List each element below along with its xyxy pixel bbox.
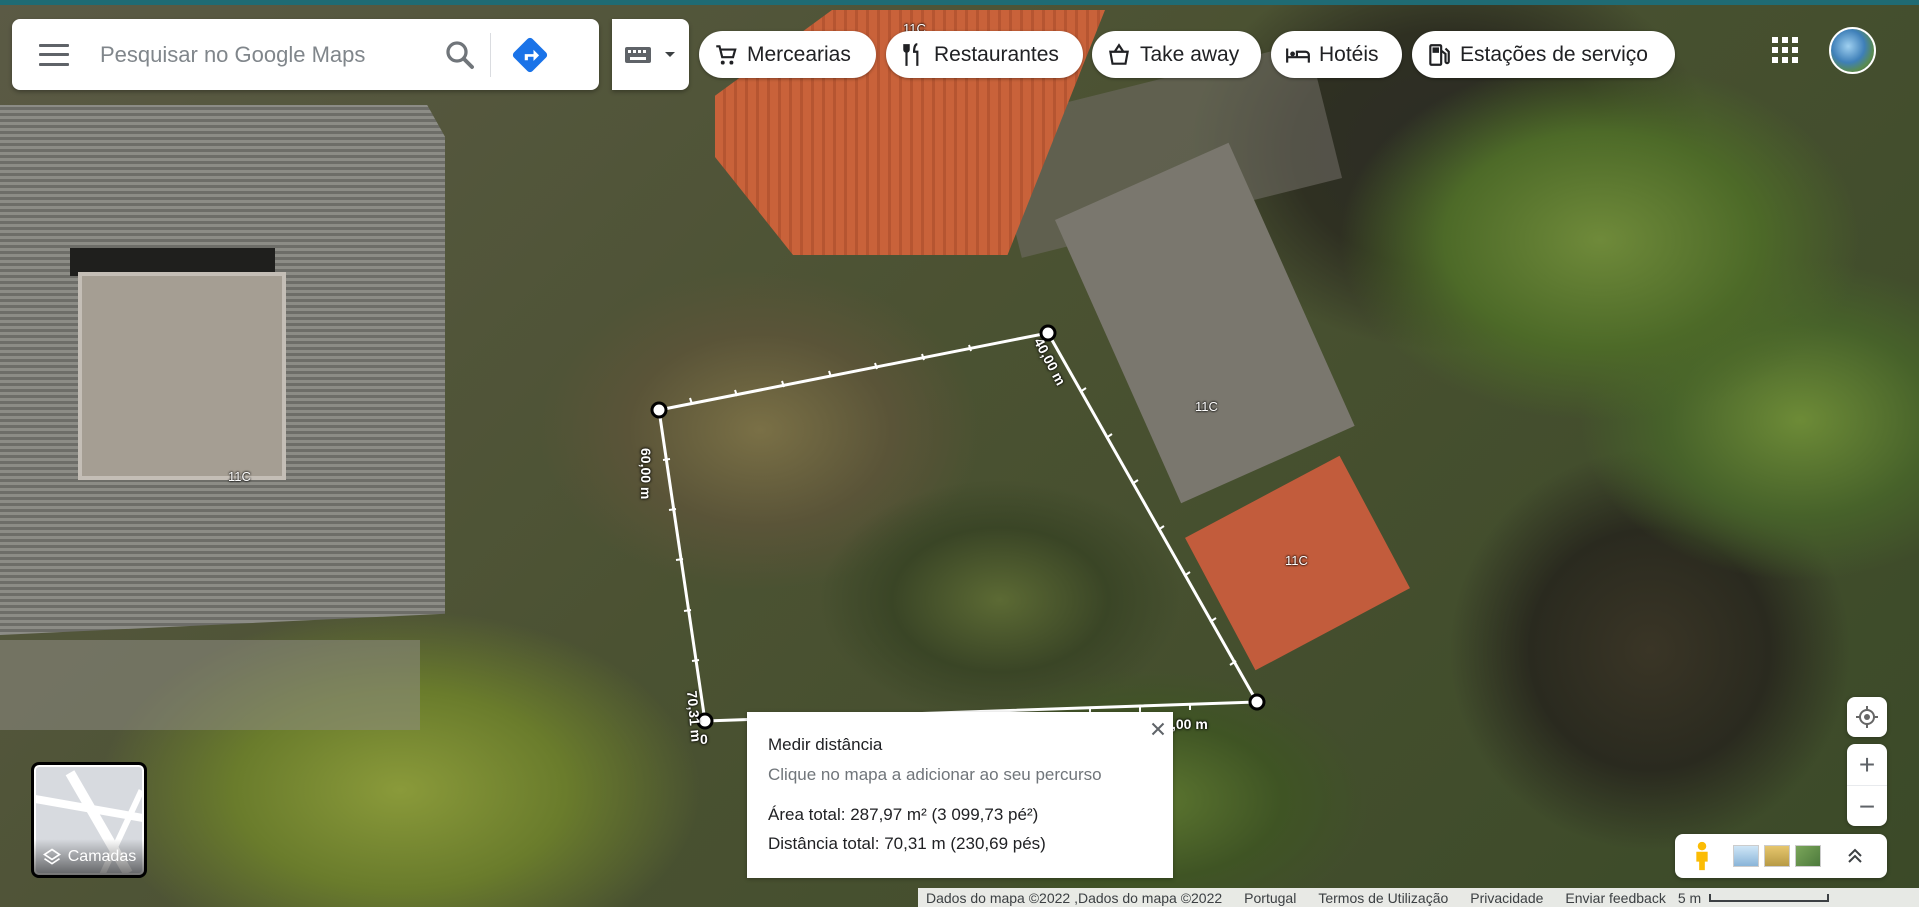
map-view-panel: [1675, 834, 1887, 878]
hotel-icon: [1286, 48, 1310, 63]
zoom-controls: + −: [1847, 744, 1887, 826]
search-divider: [490, 32, 491, 77]
menu-icon[interactable]: [39, 43, 69, 66]
measure-start-label: 0: [700, 731, 708, 747]
layers-icon: [42, 848, 61, 865]
scale-label: 5 m: [1677, 889, 1702, 906]
measure-ticks: [662, 344, 1237, 714]
chip-restaurantes[interactable]: Restaurantes: [886, 31, 1083, 78]
terms-link[interactable]: Termos de Utilização: [1318, 890, 1448, 906]
feedback-link[interactable]: Enviar feedback: [1565, 890, 1665, 906]
measure-points: [650, 324, 1266, 730]
measure-title: Medir distância: [768, 735, 883, 754]
keyboard-icon: [625, 46, 651, 63]
my-location-button[interactable]: [1847, 697, 1887, 737]
chip-label: Take away: [1140, 42, 1240, 66]
chip-label: Mercearias: [747, 42, 851, 66]
measure-segment-label: 60,00 m: [638, 448, 654, 500]
gas-station-icon: [1429, 43, 1450, 66]
takeaway-icon: [1109, 42, 1129, 65]
input-tools-button[interactable]: [612, 19, 689, 90]
layers-label: Camadas: [67, 848, 137, 865]
chip-label: Estações de serviço: [1460, 42, 1648, 66]
directions-icon[interactable]: [509, 34, 551, 76]
measure-total-distance: Distância total: 70,31 m (230,69 pés): [768, 834, 1046, 853]
chip-take-away[interactable]: Take away: [1092, 31, 1261, 78]
chip-estacoes-servico[interactable]: Estações de serviço: [1412, 31, 1675, 78]
imagery-thumb-icon[interactable]: [1733, 845, 1759, 867]
chip-label: Hotéis: [1319, 42, 1379, 66]
satellite-thumb-icon[interactable]: [1795, 845, 1821, 867]
scale-indicator[interactable]: 5 m: [1677, 889, 1830, 906]
chevron-up-icon[interactable]: [1843, 844, 1867, 868]
measure-hint: Clique no mapa a adicionar ao seu percur…: [768, 765, 1102, 784]
close-icon[interactable]: [1147, 718, 1169, 740]
chip-label: Restaurantes: [934, 42, 1059, 66]
chevron-down-icon: [665, 51, 675, 57]
layers-label-row: Camadas: [34, 839, 144, 875]
measure-polyline: [657, 331, 1260, 723]
measure-total-area: Área total: 287,97 m² (3 099,73 pé²): [768, 805, 1039, 824]
scale-bar: [1709, 893, 1830, 902]
privacy-link[interactable]: Privacidade: [1470, 890, 1543, 906]
chip-hoteis[interactable]: Hotéis: [1271, 31, 1402, 78]
zoom-in-button[interactable]: +: [1847, 744, 1887, 785]
crosshair-icon: [1856, 706, 1878, 728]
measure-distance-card: Medir distância Clique no mapa a adicion…: [747, 712, 1173, 878]
measure-segment-label: ,00 m: [1172, 716, 1208, 732]
search-bar: [12, 19, 599, 90]
layers-button[interactable]: Camadas: [31, 762, 147, 878]
search-icon[interactable]: [442, 37, 478, 73]
map-footer: Dados do mapa ©2022 ,Dados do mapa ©2022…: [918, 888, 1919, 907]
apps-grid-icon[interactable]: [1772, 37, 1798, 63]
chip-mercearias[interactable]: Mercearias: [699, 31, 876, 78]
search-input[interactable]: [98, 40, 432, 69]
zoom-out-button[interactable]: −: [1847, 786, 1887, 827]
country-link[interactable]: Portugal: [1244, 890, 1296, 906]
restaurant-icon: [903, 42, 919, 66]
avatar[interactable]: [1829, 27, 1876, 74]
pegman-icon[interactable]: [1685, 839, 1719, 873]
cart-icon: [716, 44, 737, 65]
map-data-attribution: Dados do mapa ©2022 ,Dados do mapa ©2022: [926, 889, 1223, 906]
terrain-thumb-icon[interactable]: [1764, 845, 1790, 867]
top-accent-line: [0, 0, 1919, 5]
